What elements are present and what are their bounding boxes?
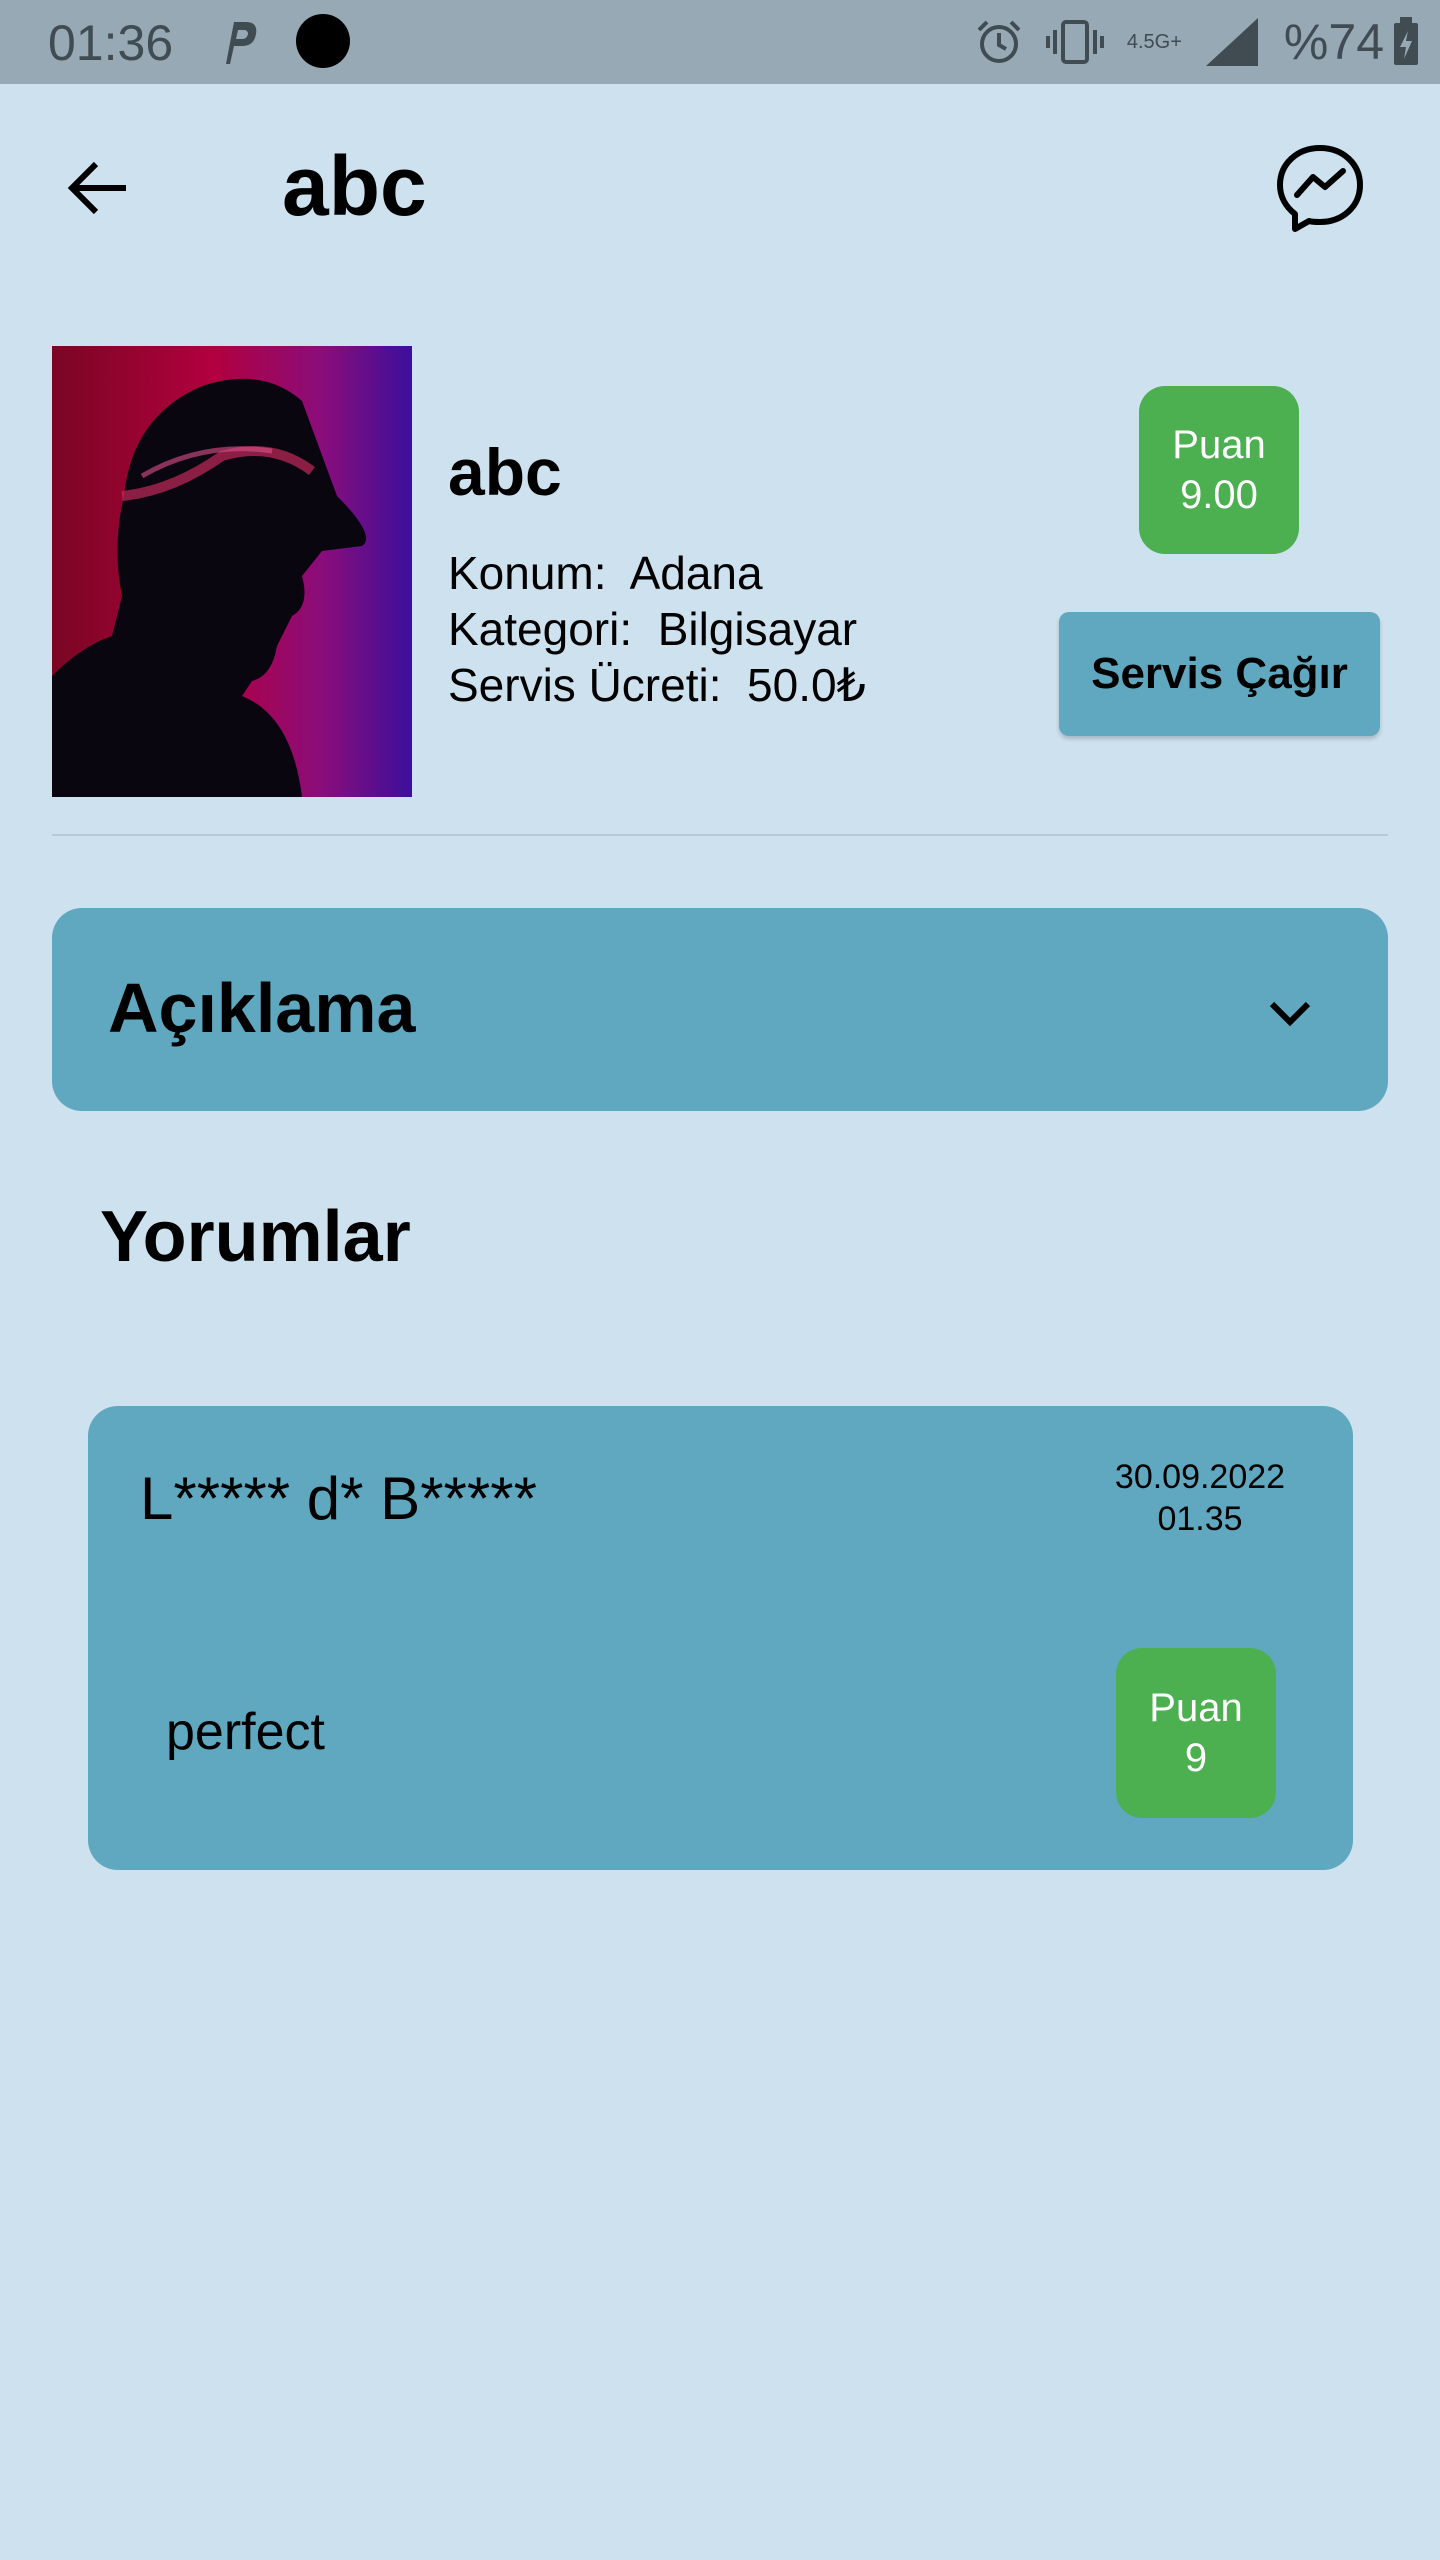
provider-score-badge: Puan 9.00 <box>1139 386 1299 554</box>
parking-icon <box>220 20 260 66</box>
notification-dot-icon <box>296 14 350 68</box>
score-value: 9.00 <box>1180 473 1258 517</box>
back-button[interactable] <box>58 150 138 230</box>
vibrate-icon <box>1045 18 1105 66</box>
provider-location: Konum: Adana <box>448 547 763 599</box>
provider-fee: Servis Ücreti: 50.0₺ <box>448 659 866 711</box>
call-service-button[interactable]: Servis Çağır <box>1059 612 1380 736</box>
provider-name: abc <box>448 435 562 509</box>
review-score-badge: Puan 9 <box>1116 1648 1276 1818</box>
status-time: 01:36 <box>48 15 174 71</box>
status-icons: 4.5G+ %74 <box>953 12 1420 72</box>
provider-category: Kategori: Bilgisayar <box>448 603 858 655</box>
signal-icon <box>1204 16 1260 68</box>
back-arrow-icon <box>66 160 130 221</box>
score-label: Puan <box>1172 423 1266 467</box>
battery-percentage: %74 <box>1283 14 1384 70</box>
review-score-value: 9 <box>1184 1736 1208 1780</box>
review-score-label: Puan <box>1149 1686 1243 1730</box>
battery-charging-icon <box>1392 17 1420 67</box>
divider <box>52 834 1388 836</box>
chevron-down-icon[interactable] <box>1260 984 1320 1044</box>
review-text: perfect <box>166 1703 325 1761</box>
review-date: 30.09.2022 <box>1114 1458 1286 1496</box>
description-title: Açıklama <box>108 969 416 1047</box>
review-author: L***** d* B***** <box>140 1465 537 1532</box>
network-label: 4.5G+ <box>1126 31 1182 53</box>
description-accordion[interactable]: Açıklama <box>52 908 1388 1111</box>
messenger-icon <box>1275 143 1365 238</box>
reviews-title: Yorumlar <box>100 1197 411 1277</box>
messenger-button[interactable] <box>1272 142 1368 238</box>
status-bar: 01:36 4.5G+ %74 <box>0 0 1440 84</box>
review-time: 01.35 <box>1157 1500 1243 1538</box>
alarm-icon <box>975 18 1023 66</box>
page-title: abc <box>282 139 427 233</box>
review-card: L***** d* B***** 30.09.2022 01.35 perfec… <box>88 1406 1353 1870</box>
network-type: 4.5G+ <box>1127 32 1182 52</box>
review-datetime: 30.09.2022 01.35 <box>1100 1456 1300 1540</box>
provider-photo <box>52 346 412 797</box>
